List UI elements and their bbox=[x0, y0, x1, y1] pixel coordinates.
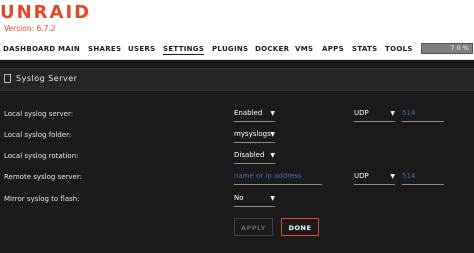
mirror-syslog-label: Mirror syslog to flash: bbox=[4, 195, 80, 203]
chevron-down-icon: ▼ bbox=[390, 173, 395, 180]
nav-dashboard[interactable]: DASHBOARD bbox=[3, 45, 56, 53]
nav-main[interactable]: MAIN bbox=[58, 45, 80, 53]
nav-stats[interactable]: STATS bbox=[352, 45, 377, 53]
section-header: Syslog Server bbox=[0, 68, 474, 91]
local-protocol-value: UDP bbox=[354, 109, 369, 117]
nav-docker[interactable]: DOCKER bbox=[255, 45, 289, 53]
mirror-syslog-select[interactable]: No ▼ bbox=[234, 194, 275, 207]
remote-protocol-select[interactable]: UDP ▼ bbox=[354, 172, 395, 185]
chevron-down-icon: ▼ bbox=[270, 110, 275, 117]
version-label[interactable]: Version: 6.7.2 bbox=[4, 24, 56, 33]
chevron-down-icon: ▼ bbox=[390, 110, 395, 117]
chevron-down-icon: ▼ bbox=[270, 152, 275, 159]
chevron-down-icon: ▼ bbox=[270, 195, 275, 202]
nav-plugins[interactable]: PLUGINS bbox=[212, 45, 248, 53]
local-syslog-server-label: Local syslog server: bbox=[4, 110, 74, 118]
remote-protocol-value: UDP bbox=[354, 172, 369, 180]
nav-apps[interactable]: APPS bbox=[322, 45, 344, 53]
local-syslog-server-value: Enabled bbox=[234, 109, 263, 117]
local-syslog-rotation-label: Local syslog rotation: bbox=[4, 152, 79, 160]
local-syslog-folder-select[interactable]: mysyslogs ▼ bbox=[234, 130, 275, 143]
utilization-bar: 7 0 % bbox=[421, 43, 473, 54]
main-nav: DASHBOARD MAIN SHARES USERS SETTINGS PLU… bbox=[0, 42, 474, 60]
utilization-value: 7 0 % bbox=[450, 44, 469, 52]
done-button[interactable]: DONE bbox=[281, 218, 319, 236]
remote-port-field[interactable]: 514 bbox=[402, 172, 444, 185]
remote-server-input[interactable] bbox=[234, 172, 322, 180]
section-title: Syslog Server bbox=[16, 74, 78, 83]
apply-button[interactable]: APPLY bbox=[234, 218, 273, 236]
document-icon bbox=[4, 74, 11, 83]
local-syslog-server-select[interactable]: Enabled ▼ bbox=[234, 109, 275, 122]
unraid-logo[interactable]: UNRAID bbox=[0, 2, 91, 23]
local-syslog-folder-value: mysyslogs bbox=[234, 130, 271, 138]
nav-users[interactable]: USERS bbox=[128, 45, 155, 53]
header: UNRAID Version: 6.7.2 bbox=[0, 0, 474, 42]
local-protocol-select[interactable]: UDP ▼ bbox=[354, 109, 395, 122]
chevron-down-icon: ▼ bbox=[270, 131, 275, 138]
remote-port-value: 514 bbox=[402, 172, 416, 180]
nav-shares[interactable]: SHARES bbox=[88, 45, 121, 53]
local-port-value: 514 bbox=[402, 109, 416, 117]
local-port-field[interactable]: 514 bbox=[402, 109, 444, 122]
nav-settings[interactable]: SETTINGS bbox=[163, 45, 205, 55]
nav-tools[interactable]: TOOLS bbox=[385, 45, 413, 53]
local-syslog-rotation-select[interactable]: Disabled ▼ bbox=[234, 151, 275, 164]
local-syslog-rotation-value: Disabled bbox=[234, 151, 265, 159]
mirror-syslog-value: No bbox=[234, 194, 244, 202]
remote-syslog-server-label: Remote syslog server: bbox=[4, 173, 82, 181]
local-syslog-folder-label: Local syslog folder: bbox=[4, 131, 72, 139]
remote-server-field[interactable] bbox=[234, 172, 322, 185]
nav-vms[interactable]: VMS bbox=[295, 45, 313, 53]
